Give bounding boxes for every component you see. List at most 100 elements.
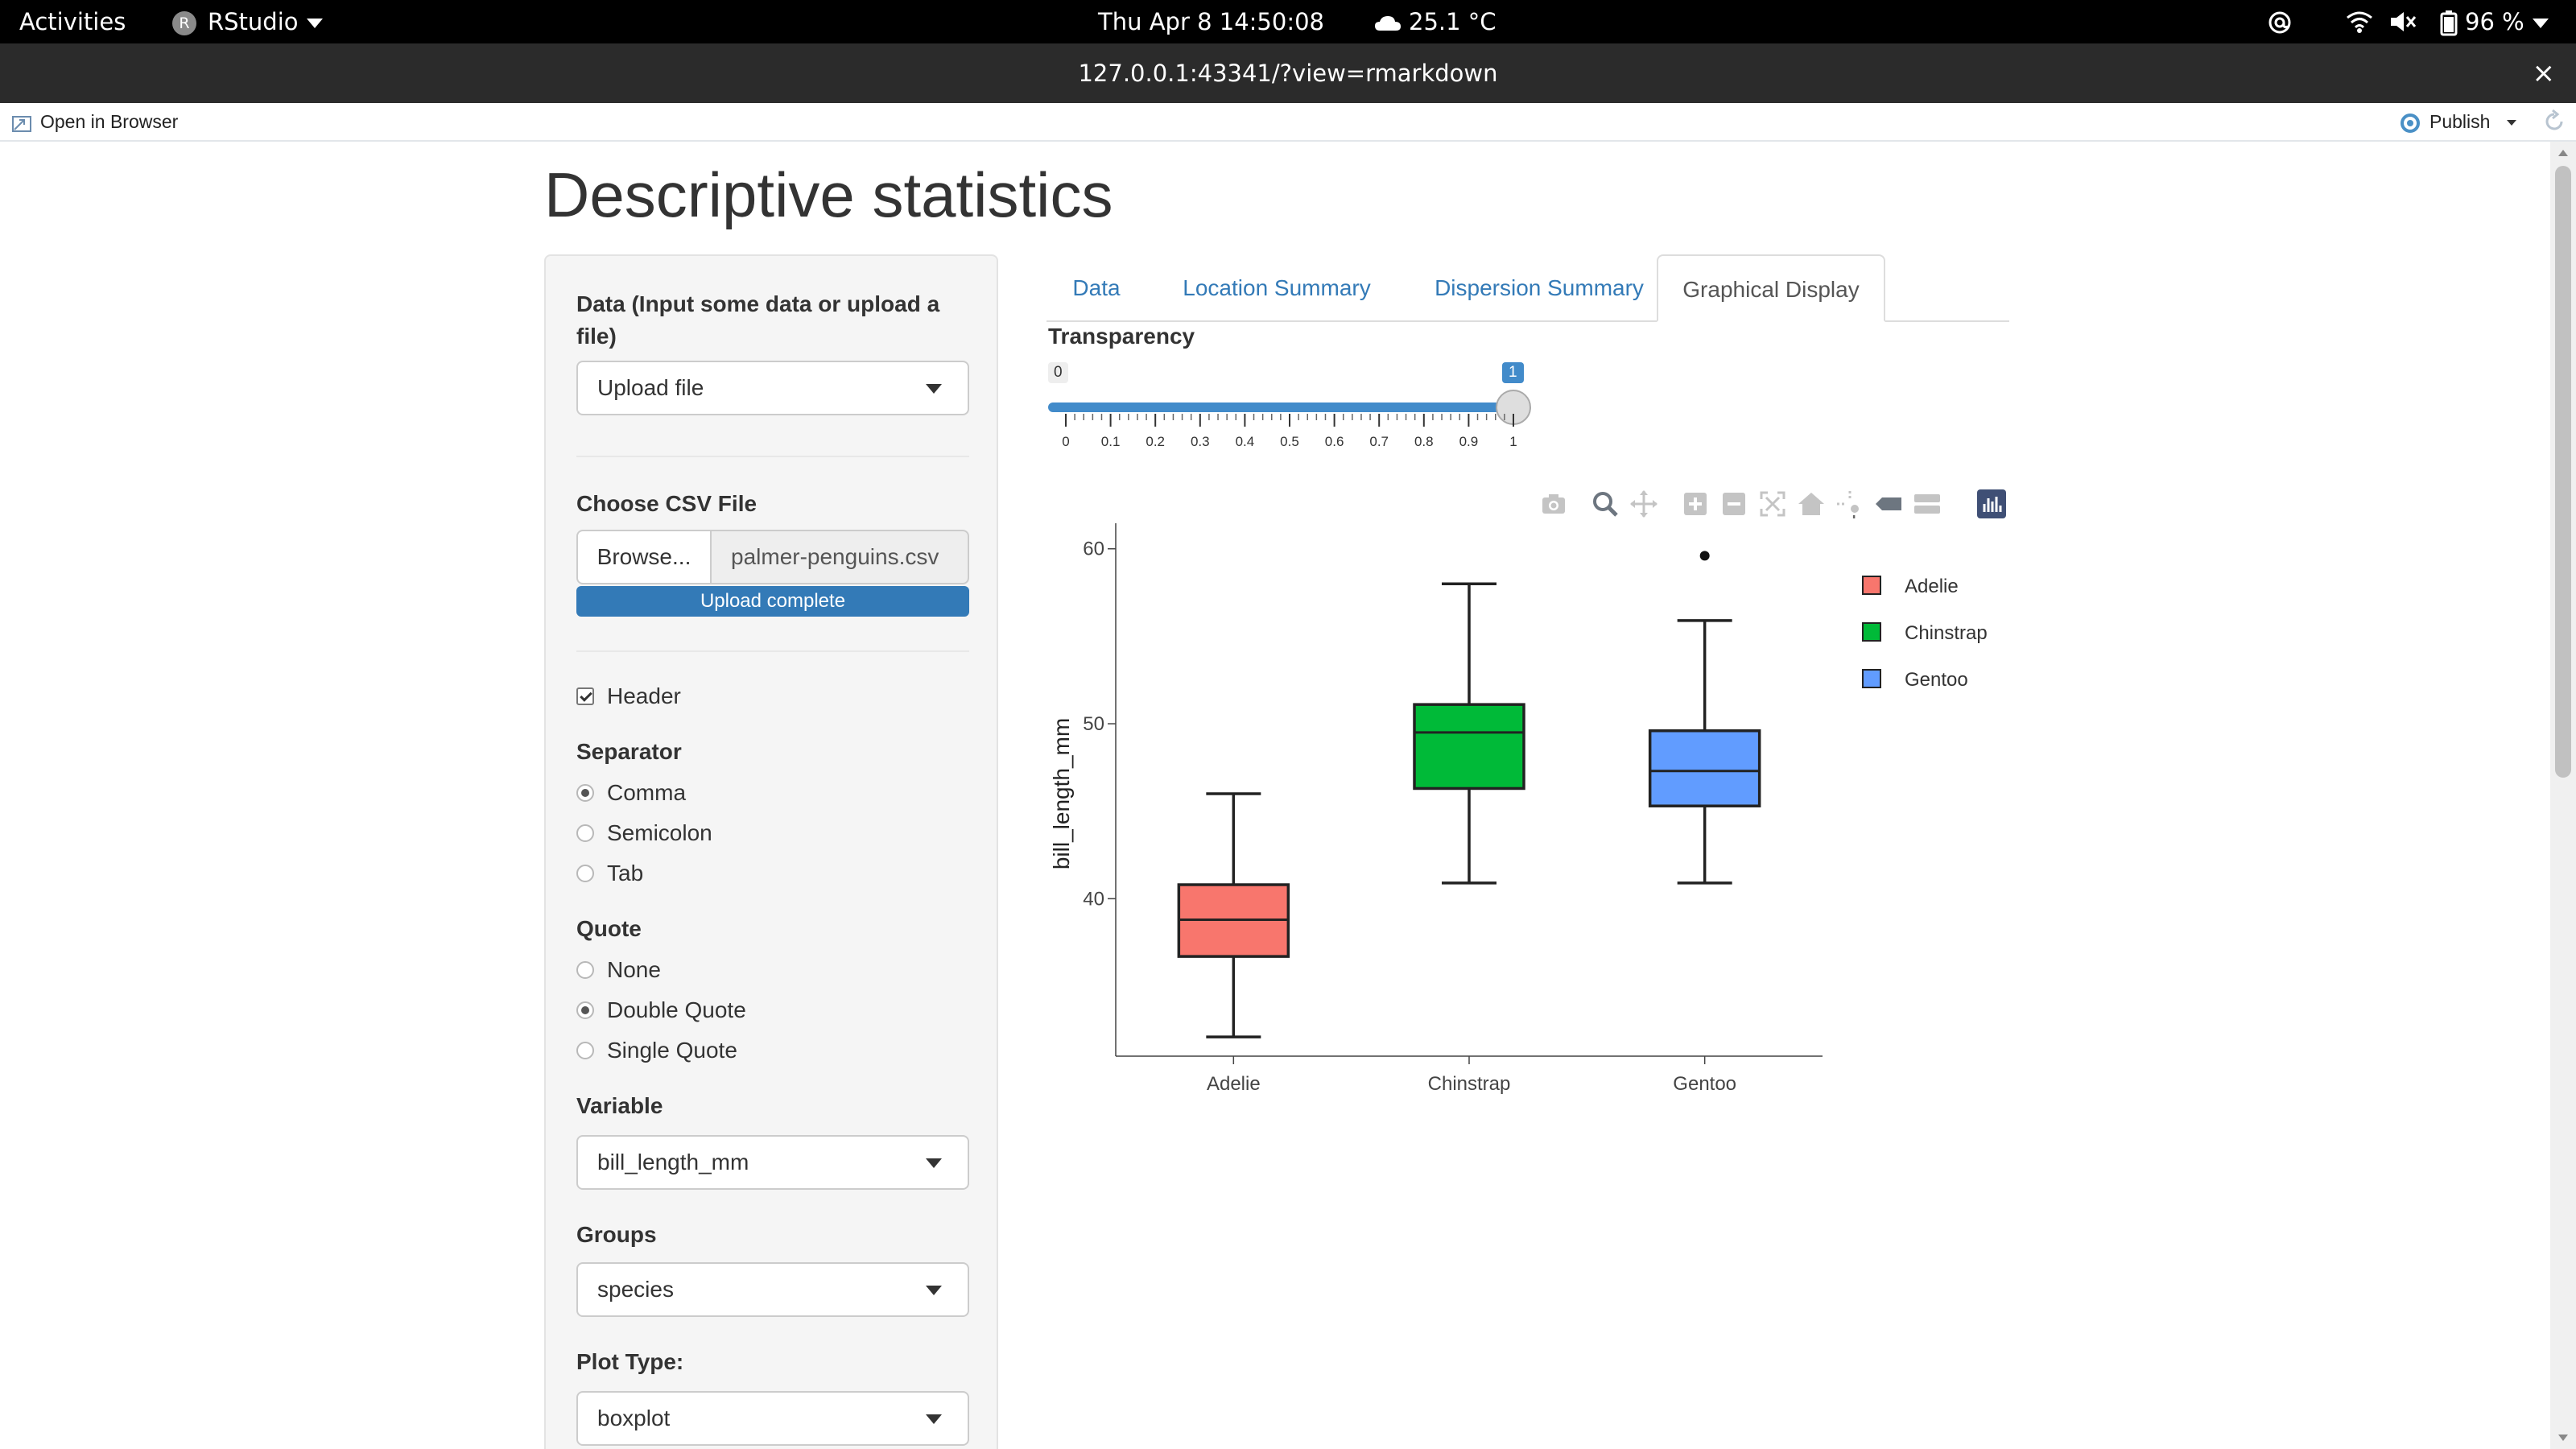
upload-progress-bar: Upload complete xyxy=(576,586,969,617)
divider xyxy=(576,650,969,652)
radio-selected-icon xyxy=(576,783,594,802)
chevron-down-icon xyxy=(2532,19,2549,28)
x-tick-label: Chinstrap xyxy=(1428,1073,1511,1095)
quote-option-label: Double Quote xyxy=(607,997,746,1022)
quote-option-label: Single Quote xyxy=(607,1038,737,1063)
chevron-down-icon[interactable] xyxy=(2506,120,2516,126)
weather-temperature: 25.1 °C xyxy=(1409,8,1496,35)
radio-icon xyxy=(576,1041,594,1059)
publish-icon xyxy=(2401,113,2420,133)
quote-option-none[interactable]: None xyxy=(576,956,661,984)
separator-option-tab[interactable]: Tab xyxy=(576,860,643,887)
slider-tick-label: 0.7 xyxy=(1369,434,1389,449)
battery-indicator[interactable]: 96 % xyxy=(2439,0,2549,43)
publish-label: Publish xyxy=(2429,111,2491,132)
chevron-down-icon xyxy=(926,1158,942,1168)
cloud-icon xyxy=(1375,16,1401,31)
slider-tick-label: 0.4 xyxy=(1236,434,1255,449)
data-source-select[interactable]: Upload file xyxy=(576,361,969,415)
x-tick-label: Gentoo xyxy=(1673,1073,1736,1095)
quote-option-double[interactable]: Double Quote xyxy=(576,997,746,1024)
x-tick-label: Adelie xyxy=(1207,1073,1261,1095)
at-sign-icon[interactable] xyxy=(2267,10,2293,35)
file-name-field[interactable]: palmer-penguins.csv xyxy=(710,530,969,584)
box-chinstrap[interactable] xyxy=(1413,582,1525,885)
clock[interactable]: Thu Apr 8 14:50:08 xyxy=(1098,0,1324,43)
volume-muted-icon[interactable] xyxy=(2389,10,2417,34)
open-in-browser-icon xyxy=(12,115,31,132)
variable-select[interactable]: bill_length_mm xyxy=(576,1135,969,1190)
groups-select[interactable]: species xyxy=(576,1262,969,1317)
legend-item-chinstrap[interactable]: Chinstrap xyxy=(1862,622,1988,644)
slider-tick-label: 0.9 xyxy=(1459,434,1479,449)
slider-tick-label: 0.3 xyxy=(1191,434,1210,449)
page-scrollbar[interactable] xyxy=(2550,142,2576,1449)
page-title: Descriptive statistics xyxy=(544,159,1113,230)
box-adelie[interactable] xyxy=(1177,792,1290,1038)
quote-option-single[interactable]: Single Quote xyxy=(576,1037,737,1064)
separator-option-comma[interactable]: Comma xyxy=(576,779,686,807)
y-axis-label: bill_length_mm xyxy=(1049,718,1074,869)
divider xyxy=(576,456,969,457)
legend-label: Gentoo xyxy=(1905,669,1968,691)
groups-label: Groups xyxy=(576,1222,657,1247)
boxplot-chart[interactable]: species 40 50 60 bill_length_mm Adelie Chinst… xyxy=(1038,515,2021,1111)
activities-button[interactable]: Activities xyxy=(19,0,126,43)
scroll-up-icon[interactable] xyxy=(2558,150,2568,156)
refresh-icon[interactable] xyxy=(2542,109,2566,134)
app-name: RStudio xyxy=(208,8,299,35)
plot-type-value: boxplot xyxy=(597,1406,671,1430)
tab-data[interactable]: Data xyxy=(1046,254,1146,322)
variable-label: Variable xyxy=(576,1093,663,1118)
window-title-bar: 127.0.0.1:43341/?view=rmarkdown × xyxy=(0,43,2576,103)
box-iqr xyxy=(1648,729,1761,807)
open-in-browser-button[interactable]: Open in Browser xyxy=(11,103,178,140)
sidebar-panel: Data (Input some data or upload a file) … xyxy=(544,254,998,1449)
chevron-down-icon xyxy=(926,1286,942,1295)
publish-button[interactable]: Publish xyxy=(2397,103,2516,140)
variable-value: bill_length_mm xyxy=(597,1150,749,1174)
slider-ticks: 0 0.1 0.2 0.3 0.4 0.5 0.6 0.7 0.8 0.9 1 xyxy=(1062,414,1517,449)
slider-value-label: 1 xyxy=(1502,362,1524,383)
header-checkbox[interactable]: Header xyxy=(576,683,681,710)
separator-label: Separator xyxy=(576,739,682,764)
separator-option-semicolon[interactable]: Semicolon xyxy=(576,819,712,847)
file-input: Browse... palmer-penguins.csv xyxy=(576,530,969,584)
legend-item-adelie[interactable]: Adelie xyxy=(1862,576,1959,597)
battery-icon xyxy=(2440,10,2458,36)
legend-label: Adelie xyxy=(1905,576,1959,597)
transparency-label: Transparency xyxy=(1048,324,1195,349)
tab-location-summary[interactable]: Location Summary xyxy=(1156,254,1397,322)
slider-min-label: 0 xyxy=(1048,362,1068,383)
legend-swatch xyxy=(1862,669,1881,688)
chevron-down-icon xyxy=(926,384,942,394)
browse-button[interactable]: Browse... xyxy=(576,530,712,584)
separator-option-label: Comma xyxy=(607,780,687,805)
tab-graphical-display[interactable]: Graphical Display xyxy=(1657,254,1885,322)
slider-tick-label: 0 xyxy=(1062,434,1069,449)
weather-widget[interactable]: 25.1 °C xyxy=(1373,0,1496,43)
plot-type-select[interactable]: boxplot xyxy=(576,1391,969,1446)
legend-item-gentoo[interactable]: Gentoo xyxy=(1862,669,1968,691)
box-gentoo[interactable] xyxy=(1648,551,1761,885)
rstudio-app-icon: R xyxy=(172,11,196,35)
tab-bar: Data Location Summary Dispersion Summary… xyxy=(1046,254,2009,322)
radio-selected-icon xyxy=(576,1001,594,1019)
close-window-button[interactable]: × xyxy=(2533,43,2556,103)
radio-icon xyxy=(576,824,594,842)
outlier-point[interactable] xyxy=(1699,551,1710,561)
y-tick-label: 50 xyxy=(1083,713,1104,735)
open-in-browser-label: Open in Browser xyxy=(40,111,179,132)
separator-option-label: Tab xyxy=(607,861,644,886)
scrollbar-thumb[interactable] xyxy=(2555,166,2571,778)
wifi-icon[interactable] xyxy=(2346,10,2373,34)
slider-track[interactable] xyxy=(1048,402,1513,412)
radio-icon xyxy=(576,864,594,882)
data-source-value: Upload file xyxy=(597,375,704,400)
app-menu[interactable]: R RStudio xyxy=(172,0,323,43)
scroll-down-icon[interactable] xyxy=(2558,1435,2568,1441)
checkbox-checked-icon xyxy=(576,687,594,705)
data-source-label: Data (Input some data or upload a file) xyxy=(576,291,940,349)
legend-swatch xyxy=(1862,576,1881,595)
tab-dispersion-summary[interactable]: Dispersion Summary xyxy=(1402,254,1676,322)
